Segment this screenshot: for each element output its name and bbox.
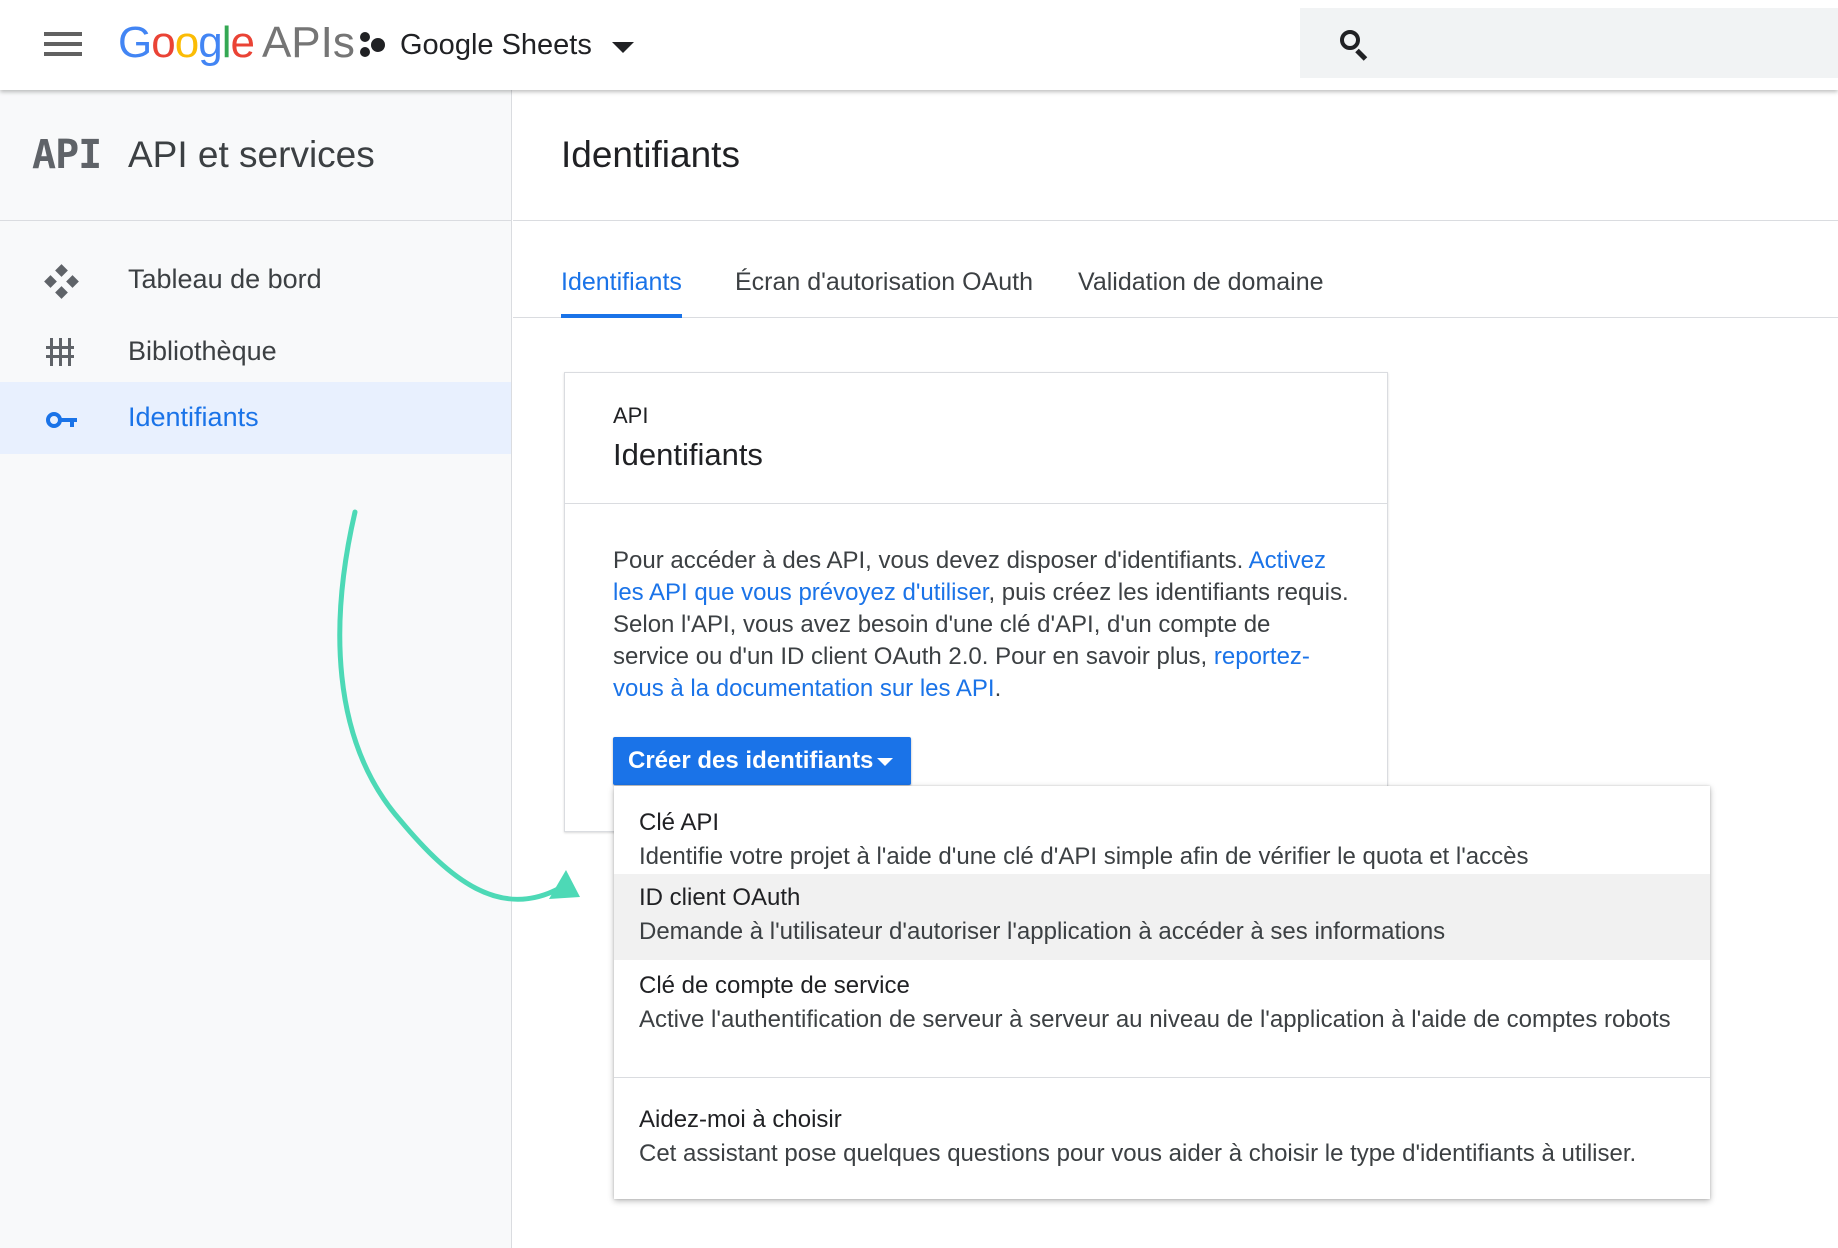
card-description: Pour accéder à des API, vous devez dispo…: [613, 545, 1353, 705]
search-bar[interactable]: [1300, 8, 1838, 78]
tab-bar: Identifiants Écran d'autorisation OAuth …: [513, 222, 1838, 318]
chevron-down-icon: [611, 41, 634, 53]
top-bar: Google APIs Google Sheets: [0, 0, 1838, 90]
tab-credentials[interactable]: Identifiants: [561, 268, 682, 318]
sidebar-item-label: Bibliothèque: [128, 336, 277, 366]
create-credentials-menu: Clé API Identifie votre projet à l'aide …: [614, 786, 1710, 1199]
sidebar-item-dashboard[interactable]: Tableau de bord: [0, 244, 511, 316]
logo-apis-text: APIs: [261, 18, 355, 67]
project-name: Google Sheets: [400, 28, 592, 61]
logo-letter: e: [230, 18, 255, 67]
sidebar-header: API API et services: [0, 90, 511, 221]
logo-letter: g: [198, 18, 223, 67]
description-text: Pour accéder à des API, vous devez dispo…: [613, 547, 1244, 574]
page-title: Identifiants: [561, 134, 740, 175]
sidebar-item-label: Identifiants: [128, 402, 259, 432]
menu-item-title: Aidez-moi à choisir: [639, 1106, 842, 1133]
menu-item-description: Demande à l'utilisateur d'autoriser l'ap…: [639, 918, 1446, 945]
project-selector[interactable]: Google Sheets: [358, 24, 634, 66]
credentials-card: API Identifiants Pour accéder à des API,…: [564, 372, 1388, 832]
library-icon: [46, 338, 78, 368]
menu-item-title: ID client OAuth: [639, 884, 801, 911]
google-apis-logo[interactable]: Google APIs: [118, 18, 355, 68]
menu-item-description: Active l'authentification de serveur à s…: [639, 1006, 1671, 1033]
menu-item-api-key[interactable]: Clé API Identifie votre projet à l'aide …: [614, 786, 1710, 874]
tab-oauth-consent[interactable]: Écran d'autorisation OAuth: [735, 268, 1033, 318]
card-eyebrow: API: [613, 403, 649, 428]
tab-domain-verification[interactable]: Validation de domaine: [1078, 268, 1324, 318]
key-icon: [46, 406, 78, 436]
menu-item-description: Identifie votre projet à l'aide d'une cl…: [639, 843, 1529, 870]
menu-item-title: Clé de compte de service: [639, 972, 910, 999]
sidebar-item-library[interactable]: Bibliothèque: [0, 316, 511, 388]
menu-item-service-account-key[interactable]: Clé de compte de service Active l'authen…: [614, 960, 1710, 1077]
project-icon: [358, 30, 388, 60]
sidebar-item-credentials[interactable]: Identifiants: [0, 382, 511, 454]
caret-down-icon: [877, 758, 893, 766]
logo-letter: G: [118, 18, 152, 67]
dashboard-icon: [44, 264, 79, 299]
card-title: Identifiants: [613, 437, 763, 472]
description-text: .: [994, 675, 1002, 702]
sidebar: API API et services Tableau de bord Bibl…: [0, 90, 512, 1248]
menu-icon[interactable]: [44, 30, 84, 58]
menu-item-description: Cet assistant pose quelques questions po…: [639, 1140, 1637, 1167]
menu-item-help-me-choose[interactable]: Aidez-moi à choisir Cet assistant pose q…: [614, 1078, 1710, 1199]
sidebar-item-label: Tableau de bord: [128, 264, 322, 294]
card-header: API Identifiants: [565, 373, 1387, 504]
main-header: Identifiants: [513, 90, 1838, 221]
api-logo-icon: API: [32, 132, 102, 178]
menu-item-oauth-client-id[interactable]: ID client OAuth Demande à l'utilisateur …: [614, 874, 1710, 960]
menu-item-title: Clé API: [639, 809, 720, 836]
search-icon[interactable]: [1340, 30, 1370, 61]
arrow-head: [549, 870, 580, 899]
create-credentials-button[interactable]: Créer des identifiants: [613, 737, 911, 785]
create-credentials-label: Créer des identifiants: [628, 747, 874, 774]
logo-letter: o: [174, 18, 200, 67]
sidebar-title: API et services: [128, 134, 375, 175]
logo-letter: o: [151, 18, 176, 67]
